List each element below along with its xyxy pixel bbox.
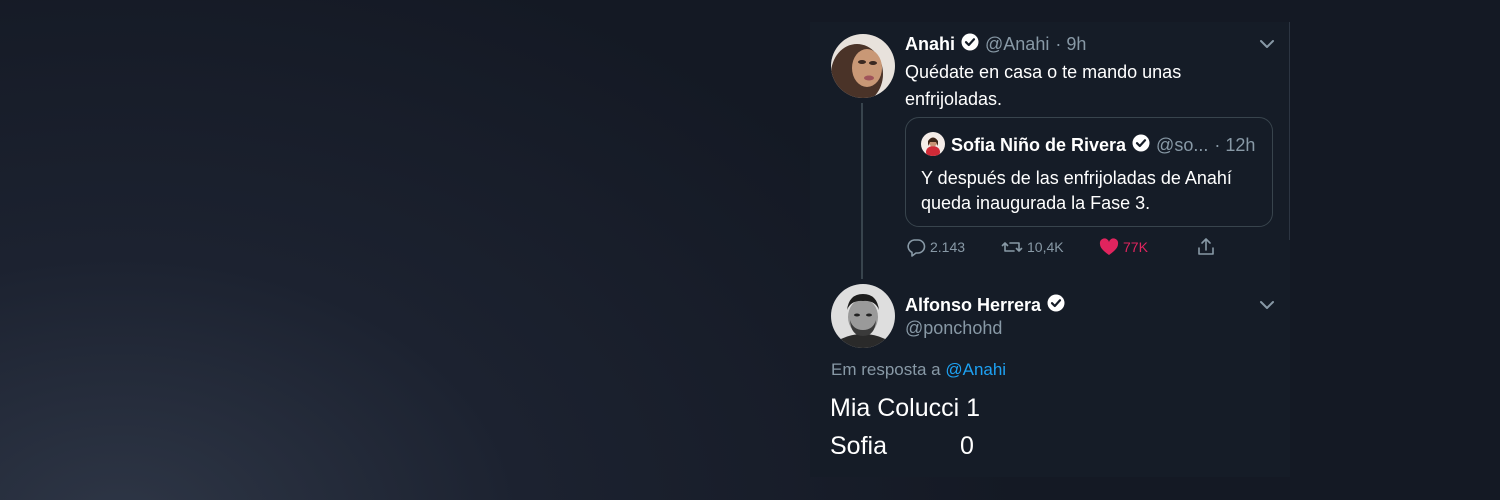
- score-name-2: Sofia: [830, 432, 887, 460]
- anahi-avatar[interactable]: [831, 34, 895, 98]
- like-count: 77K: [1123, 239, 1148, 255]
- quote-text: Y después de las enfrijoladas de Anahí q…: [921, 166, 1232, 216]
- verified-badge-icon: [1047, 294, 1065, 317]
- quote-text-line1: Y después de las enfrijoladas de Anahí: [921, 168, 1232, 188]
- reply-prefix: Em resposta a: [831, 360, 941, 379]
- tweet1-handle[interactable]: @Anahi: [985, 34, 1049, 55]
- chevron-down-icon[interactable]: [1259, 37, 1275, 55]
- quote-time: · 12h: [1214, 134, 1256, 155]
- score-value-2: 0: [960, 432, 974, 460]
- quote-handle: @so...: [1156, 134, 1209, 155]
- score-value-1: 1: [966, 394, 981, 422]
- score-line-2: Sofia: [830, 432, 887, 461]
- like-button[interactable]: 77K: [1099, 236, 1148, 258]
- retweet-icon: [1001, 237, 1023, 257]
- retweet-count: 10,4K: [1027, 239, 1064, 255]
- thread-line: [861, 103, 863, 279]
- tweet2-handle[interactable]: @ponchohd: [905, 318, 1002, 339]
- quote-author-name: Sofia Niño de Rivera: [951, 134, 1127, 155]
- panel-divider: [1289, 22, 1290, 240]
- tweet1-text-line2: enfrijoladas.: [905, 89, 1003, 109]
- verified-badge-icon: [1132, 134, 1150, 157]
- tweet1-author-name[interactable]: Anahi: [905, 34, 955, 55]
- quote-header: Sofia Niño de Rivera @so... · 12h: [951, 134, 1255, 156]
- retweet-button[interactable]: 10,4K: [1001, 236, 1064, 258]
- reply-to-link[interactable]: @Anahi: [945, 360, 1006, 379]
- tweet2-header: Alfonso Herrera: [905, 293, 1065, 317]
- reply-count: 2.143: [930, 239, 966, 255]
- share-button[interactable]: [1196, 236, 1216, 258]
- verified-badge-icon: [961, 33, 979, 56]
- reply-button[interactable]: 2.143: [906, 236, 965, 258]
- score-name-1: Mia Colucci: [830, 394, 960, 422]
- alfonso-avatar[interactable]: [831, 284, 895, 348]
- sofia-avatar: [921, 132, 945, 156]
- heart-icon: [1099, 238, 1119, 256]
- chevron-down-icon[interactable]: [1259, 298, 1275, 316]
- tweet1-text: Quédate en casa o te mando unas enfrijol…: [905, 59, 1181, 113]
- tweet1-time[interactable]: · 9h: [1055, 34, 1086, 55]
- reply-icon: [906, 237, 926, 257]
- share-icon: [1196, 237, 1216, 257]
- tweet1-header: Anahi @Anahi · 9h: [905, 33, 1086, 55]
- quote-text-line2: queda inaugurada la Fase 3.: [921, 193, 1151, 213]
- tweet1-text-line1: Quédate en casa o te mando unas: [905, 62, 1182, 82]
- reply-context: Em resposta a @Anahi: [831, 360, 1006, 380]
- score-line-1: Mia Colucci 1: [830, 394, 980, 423]
- tweet2-author-name[interactable]: Alfonso Herrera: [905, 295, 1041, 316]
